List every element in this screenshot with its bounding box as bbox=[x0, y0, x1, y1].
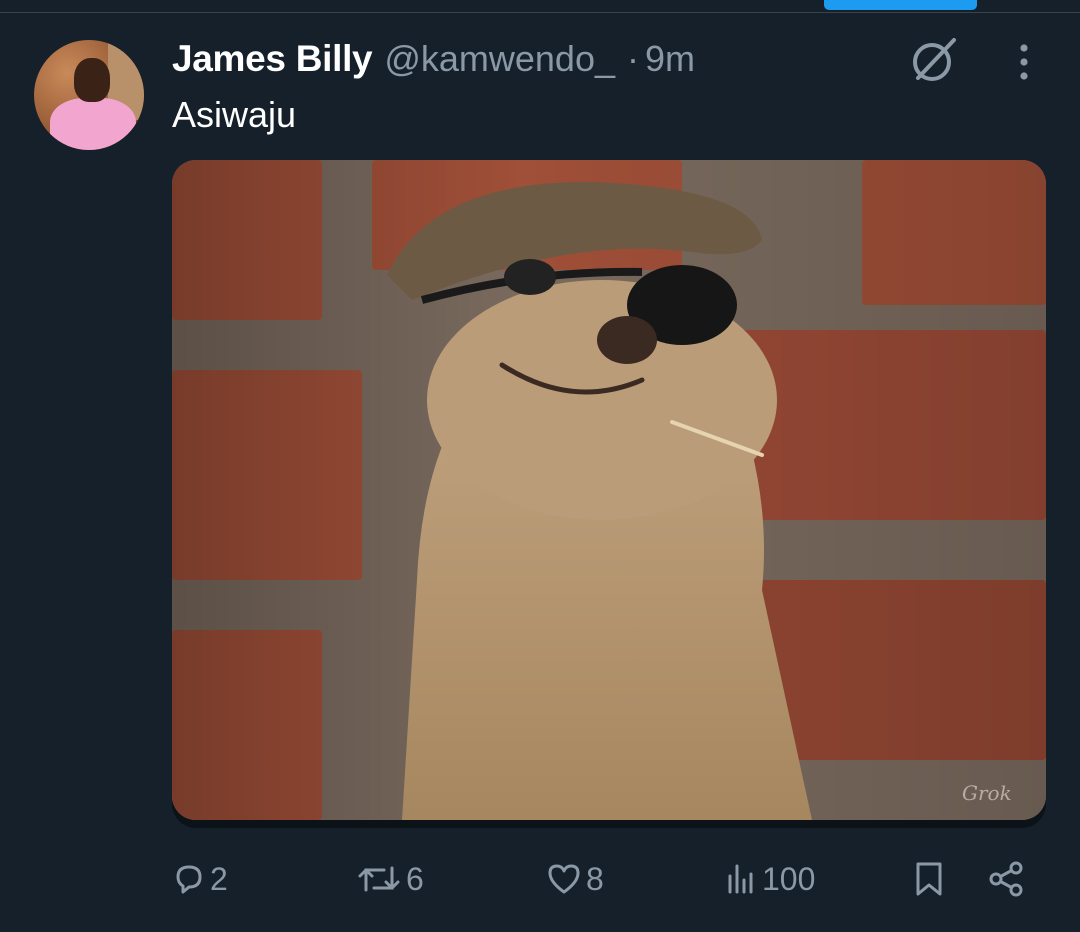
tweet-view: James Billy @kamwendo_ · 9m Asiwaju Grok… bbox=[0, 0, 1080, 932]
author-handle[interactable]: @kamwendo_ bbox=[384, 38, 615, 80]
reply-button[interactable]: 2 bbox=[172, 852, 228, 906]
views-button[interactable]: 100 bbox=[724, 852, 815, 906]
active-tab-indicator bbox=[824, 0, 977, 10]
like-count: 8 bbox=[586, 860, 604, 897]
like-button[interactable]: 8 bbox=[546, 852, 604, 906]
retweet-button[interactable]: 6 bbox=[356, 852, 424, 906]
grok-icon[interactable] bbox=[908, 34, 960, 86]
bookmark-icon bbox=[916, 862, 942, 896]
avatar[interactable] bbox=[34, 40, 144, 150]
retweet-icon bbox=[358, 866, 400, 892]
tweet-media-image[interactable]: Grok bbox=[172, 160, 1046, 820]
bookmark-button[interactable] bbox=[912, 852, 946, 906]
top-divider bbox=[0, 12, 1080, 13]
like-icon bbox=[548, 864, 580, 894]
tweet-actions: 2 6 8 100 bbox=[172, 852, 1032, 906]
watermark: Grok bbox=[962, 781, 1012, 805]
reply-icon bbox=[176, 865, 202, 894]
retweet-count: 6 bbox=[406, 860, 424, 897]
more-options-icon[interactable] bbox=[1008, 42, 1040, 84]
header-separator: · bbox=[627, 38, 639, 79]
views-icon bbox=[728, 864, 753, 894]
author-display-name[interactable]: James Billy bbox=[172, 38, 373, 80]
tweet-timestamp[interactable]: 9m bbox=[645, 38, 695, 80]
share-button[interactable] bbox=[986, 852, 1026, 906]
tweet-header: James Billy @kamwendo_ · 9m bbox=[172, 38, 695, 82]
share-icon bbox=[989, 861, 1023, 897]
reply-count: 2 bbox=[210, 860, 228, 897]
tweet-text: Asiwaju bbox=[172, 94, 297, 135]
views-count: 100 bbox=[762, 860, 816, 897]
